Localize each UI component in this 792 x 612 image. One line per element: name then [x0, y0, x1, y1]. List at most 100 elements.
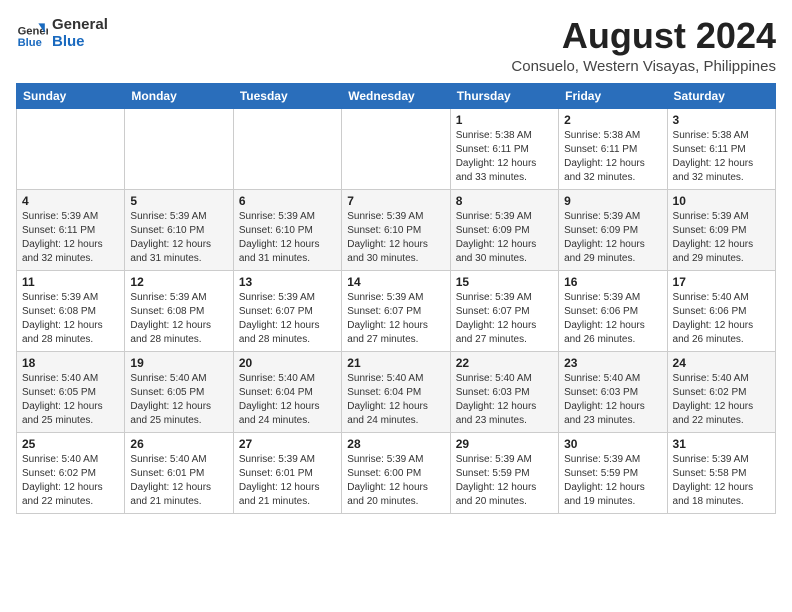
day-info: Sunrise: 5:40 AM Sunset: 6:03 PM Dayligh…	[564, 372, 661, 428]
logo-general: General	[52, 16, 108, 33]
day-info: Sunrise: 5:39 AM Sunset: 6:07 PM Dayligh…	[456, 291, 553, 347]
day-cell: 9Sunrise: 5:39 AM Sunset: 6:09 PM Daylig…	[559, 189, 667, 270]
day-info: Sunrise: 5:39 AM Sunset: 6:09 PM Dayligh…	[564, 210, 661, 266]
day-cell: 31 Sunrise: 5:39 AM Sunset: 5:58 PM Dayli…	[667, 432, 775, 513]
day-cell: 12 Sunrise: 5:39 AM Sunset: 6:08 PM Dayli…	[125, 270, 233, 351]
day-info: Sunrise: 5:40 AM Sunset: 6:06 PM Dayligh…	[673, 291, 770, 347]
day-cell: 13 Sunrise: 5:39 AM Sunset: 6:07 PM Dayli…	[233, 270, 341, 351]
day-number: 25	[22, 437, 119, 451]
day-number: 11	[22, 275, 119, 289]
weekday-header-monday: Monday	[125, 83, 233, 108]
day-cell: 26 Sunrise: 5:40 AM Sunset: 6:01 PM Dayli…	[125, 432, 233, 513]
day-cell: 2 Sunrise: 5:38 AM Sunset: 6:11 PM Daylig…	[559, 108, 667, 189]
weekday-header-row: SundayMondayTuesdayWednesdayThursdayFrid…	[17, 83, 776, 108]
day-number: 27	[239, 437, 336, 451]
day-cell	[342, 108, 450, 189]
day-info: Sunrise: 5:40 AM Sunset: 6:05 PM Dayligh…	[130, 372, 227, 428]
day-number: 20	[239, 356, 336, 370]
day-number: 30	[564, 437, 661, 451]
day-cell: 23 Sunrise: 5:40 AM Sunset: 6:03 PM Dayli…	[559, 351, 667, 432]
logo-icon: General Blue	[16, 17, 48, 49]
day-cell	[125, 108, 233, 189]
day-cell: 11 Sunrise: 5:39 AM Sunset: 6:08 PM Dayli…	[17, 270, 125, 351]
day-cell: 6Sunrise: 5:39 AM Sunset: 6:10 PM Daylig…	[233, 189, 341, 270]
day-info: Sunrise: 5:39 AM Sunset: 6:07 PM Dayligh…	[239, 291, 336, 347]
weekday-header-thursday: Thursday	[450, 83, 558, 108]
weekday-header-saturday: Saturday	[667, 83, 775, 108]
day-number: 21	[347, 356, 444, 370]
day-cell: 25 Sunrise: 5:40 AM Sunset: 6:02 PM Dayli…	[17, 432, 125, 513]
day-cell: 15 Sunrise: 5:39 AM Sunset: 6:07 PM Dayli…	[450, 270, 558, 351]
logo: General Blue General Blue	[16, 16, 108, 50]
day-number: 15	[456, 275, 553, 289]
weekday-header-tuesday: Tuesday	[233, 83, 341, 108]
day-info: Sunrise: 5:39 AM Sunset: 6:06 PM Dayligh…	[564, 291, 661, 347]
week-row-1: 1 Sunrise: 5:38 AM Sunset: 6:11 PM Daylig…	[17, 108, 776, 189]
day-info: Sunrise: 5:39 AM Sunset: 6:10 PM Dayligh…	[239, 210, 336, 266]
day-number: 26	[130, 437, 227, 451]
day-info: Sunrise: 5:39 AM Sunset: 6:10 PM Dayligh…	[130, 210, 227, 266]
day-info: Sunrise: 5:39 AM Sunset: 6:08 PM Dayligh…	[130, 291, 227, 347]
day-cell: 21 Sunrise: 5:40 AM Sunset: 6:04 PM Dayli…	[342, 351, 450, 432]
day-cell: 4 Sunrise: 5:39 AM Sunset: 6:11 PM Daylig…	[17, 189, 125, 270]
day-number: 8	[456, 194, 553, 208]
day-number: 1	[456, 113, 553, 127]
day-number: 18	[22, 356, 119, 370]
day-cell: 17 Sunrise: 5:40 AM Sunset: 6:06 PM Dayli…	[667, 270, 775, 351]
day-info: Sunrise: 5:39 AM Sunset: 6:09 PM Dayligh…	[456, 210, 553, 266]
day-cell: 16 Sunrise: 5:39 AM Sunset: 6:06 PM Dayli…	[559, 270, 667, 351]
day-number: 31	[673, 437, 770, 451]
day-cell: 10Sunrise: 5:39 AM Sunset: 6:09 PM Dayli…	[667, 189, 775, 270]
day-cell: 7Sunrise: 5:39 AM Sunset: 6:10 PM Daylig…	[342, 189, 450, 270]
day-info: Sunrise: 5:40 AM Sunset: 6:05 PM Dayligh…	[22, 372, 119, 428]
day-cell: 29Sunrise: 5:39 AM Sunset: 5:59 PM Dayli…	[450, 432, 558, 513]
title-block: August 2024 Consuelo, Western Visayas, P…	[511, 16, 776, 75]
week-row-5: 25 Sunrise: 5:40 AM Sunset: 6:02 PM Dayli…	[17, 432, 776, 513]
day-number: 2	[564, 113, 661, 127]
day-info: Sunrise: 5:39 AM Sunset: 5:59 PM Dayligh…	[456, 453, 553, 509]
day-info: Sunrise: 5:39 AM Sunset: 6:11 PM Dayligh…	[22, 210, 119, 266]
main-title: August 2024	[511, 16, 776, 56]
day-cell: 22Sunrise: 5:40 AM Sunset: 6:03 PM Dayli…	[450, 351, 558, 432]
day-info: Sunrise: 5:38 AM Sunset: 6:11 PM Dayligh…	[673, 129, 770, 185]
week-row-3: 11 Sunrise: 5:39 AM Sunset: 6:08 PM Dayli…	[17, 270, 776, 351]
day-info: Sunrise: 5:39 AM Sunset: 6:08 PM Dayligh…	[22, 291, 119, 347]
day-info: Sunrise: 5:38 AM Sunset: 6:11 PM Dayligh…	[564, 129, 661, 185]
day-number: 12	[130, 275, 227, 289]
day-info: Sunrise: 5:40 AM Sunset: 6:01 PM Dayligh…	[130, 453, 227, 509]
logo-blue: Blue	[52, 33, 108, 50]
week-row-4: 18 Sunrise: 5:40 AM Sunset: 6:05 PM Dayli…	[17, 351, 776, 432]
week-row-2: 4 Sunrise: 5:39 AM Sunset: 6:11 PM Daylig…	[17, 189, 776, 270]
day-cell: 28Sunrise: 5:39 AM Sunset: 6:00 PM Dayli…	[342, 432, 450, 513]
day-number: 10	[673, 194, 770, 208]
day-cell: 24Sunrise: 5:40 AM Sunset: 6:02 PM Dayli…	[667, 351, 775, 432]
day-cell: 14Sunrise: 5:39 AM Sunset: 6:07 PM Dayli…	[342, 270, 450, 351]
day-number: 5	[130, 194, 227, 208]
svg-text:Blue: Blue	[18, 37, 42, 49]
day-number: 22	[456, 356, 553, 370]
day-number: 19	[130, 356, 227, 370]
day-info: Sunrise: 5:39 AM Sunset: 5:58 PM Dayligh…	[673, 453, 770, 509]
day-info: Sunrise: 5:40 AM Sunset: 6:02 PM Dayligh…	[22, 453, 119, 509]
day-info: Sunrise: 5:39 AM Sunset: 6:10 PM Dayligh…	[347, 210, 444, 266]
day-info: Sunrise: 5:40 AM Sunset: 6:04 PM Dayligh…	[239, 372, 336, 428]
day-info: Sunrise: 5:39 AM Sunset: 5:59 PM Dayligh…	[564, 453, 661, 509]
day-cell: 27 Sunrise: 5:39 AM Sunset: 6:01 PM Dayli…	[233, 432, 341, 513]
day-number: 16	[564, 275, 661, 289]
day-number: 3	[673, 113, 770, 127]
day-cell	[17, 108, 125, 189]
day-cell: 8 Sunrise: 5:39 AM Sunset: 6:09 PM Daylig…	[450, 189, 558, 270]
day-cell: 5 Sunrise: 5:39 AM Sunset: 6:10 PM Daylig…	[125, 189, 233, 270]
day-number: 4	[22, 194, 119, 208]
day-cell: 20 Sunrise: 5:40 AM Sunset: 6:04 PM Dayli…	[233, 351, 341, 432]
day-info: Sunrise: 5:39 AM Sunset: 6:07 PM Dayligh…	[347, 291, 444, 347]
day-info: Sunrise: 5:40 AM Sunset: 6:04 PM Dayligh…	[347, 372, 444, 428]
subtitle: Consuelo, Western Visayas, Philippines	[511, 58, 776, 75]
weekday-header-friday: Friday	[559, 83, 667, 108]
day-number: 17	[673, 275, 770, 289]
day-cell: 30 Sunrise: 5:39 AM Sunset: 5:59 PM Dayli…	[559, 432, 667, 513]
day-number: 13	[239, 275, 336, 289]
day-cell: 18 Sunrise: 5:40 AM Sunset: 6:05 PM Dayli…	[17, 351, 125, 432]
day-number: 23	[564, 356, 661, 370]
day-info: Sunrise: 5:39 AM Sunset: 6:01 PM Dayligh…	[239, 453, 336, 509]
